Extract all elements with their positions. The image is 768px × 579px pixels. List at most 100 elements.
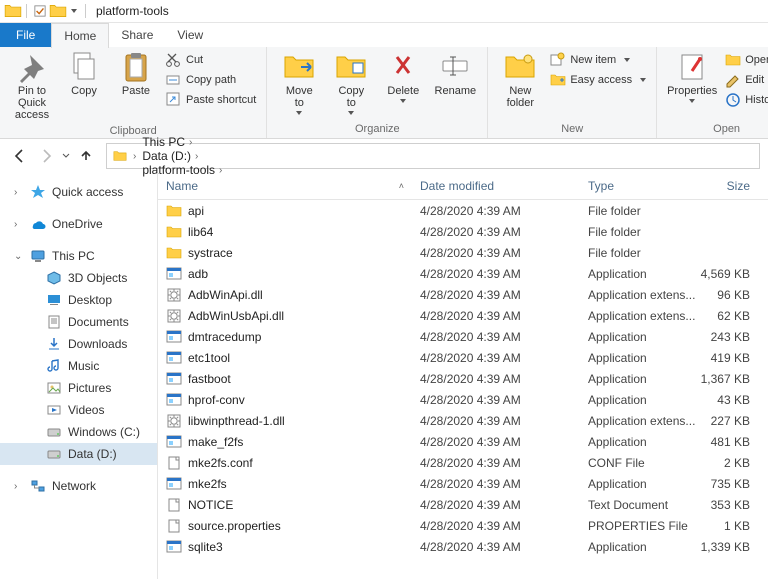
file-row[interactable]: mke2fs.conf4/28/2020 4:39 AMCONF File2 K… — [158, 452, 768, 473]
nav-recent-dropdown[interactable] — [60, 144, 72, 168]
qat-folder-icon[interactable] — [49, 2, 67, 20]
file-row[interactable]: AdbWinApi.dll4/28/2020 4:39 AMApplicatio… — [158, 284, 768, 305]
copy-path-button[interactable]: Copy path — [162, 71, 260, 89]
column-name[interactable]: Name ˄ — [158, 179, 412, 193]
file-row[interactable]: api4/28/2020 4:39 AMFile folder — [158, 200, 768, 221]
nav-windows-c-[interactable]: ›Windows (C:) — [0, 421, 157, 443]
file-date: 4/28/2020 4:39 AM — [412, 351, 580, 365]
file-type: Application extens... — [580, 414, 700, 428]
qat-checkbox-icon[interactable] — [31, 2, 49, 20]
tab-home[interactable]: Home — [51, 23, 109, 48]
nav-music[interactable]: ›Music — [0, 355, 157, 377]
column-size[interactable]: Size — [700, 179, 758, 193]
file-name: mke2fs.conf — [188, 456, 253, 470]
new-item-button[interactable]: New item — [546, 51, 650, 69]
qat-dropdown[interactable] — [71, 9, 77, 13]
cut-button[interactable]: Cut — [162, 51, 260, 69]
nav-documents[interactable]: ›Documents — [0, 311, 157, 333]
file-row[interactable]: fastboot4/28/2020 4:39 AMApplication1,36… — [158, 368, 768, 389]
file-type: Application — [580, 372, 700, 386]
disk-icon — [46, 446, 62, 462]
nav-forward-button[interactable] — [34, 144, 58, 168]
move-to-button[interactable]: Moveto — [273, 49, 325, 117]
nav-this-pc[interactable]: ⌄ This PC — [0, 245, 157, 267]
file-row[interactable]: source.properties4/28/2020 4:39 AMPROPER… — [158, 515, 768, 536]
file-row[interactable]: sqlite34/28/2020 4:39 AMApplication1,339… — [158, 536, 768, 557]
open-button[interactable]: Open — [721, 51, 768, 69]
file-row[interactable]: adb4/28/2020 4:39 AMApplication4,569 KB — [158, 263, 768, 284]
copy-button[interactable]: Copy — [58, 49, 110, 99]
nav-quick-access[interactable]: › Quick access — [0, 181, 157, 203]
easy-access-button[interactable]: Easy access — [546, 71, 650, 89]
crumb-this-pc[interactable]: This PC› — [140, 135, 224, 149]
delete-button[interactable]: Delete — [377, 49, 429, 105]
move-to-icon — [283, 51, 315, 83]
file-row[interactable]: libwinpthread-1.dll4/28/2020 4:39 AMAppl… — [158, 410, 768, 431]
file-type: Text Document — [580, 498, 700, 512]
file-date: 4/28/2020 4:39 AM — [412, 498, 580, 512]
pin-to-quick-access-button[interactable]: Pin to Quickaccess — [6, 49, 58, 123]
nav-downloads[interactable]: ›Downloads — [0, 333, 157, 355]
nav-data-d-[interactable]: ›Data (D:) — [0, 443, 157, 465]
tab-share[interactable]: Share — [109, 23, 165, 47]
paste-icon — [120, 51, 152, 83]
file-date: 4/28/2020 4:39 AM — [412, 456, 580, 470]
nav-up-button[interactable] — [74, 144, 98, 168]
properties-button[interactable]: Properties — [663, 49, 721, 105]
crumb-data-d-[interactable]: Data (D:)› — [140, 149, 224, 163]
dll-icon — [166, 287, 182, 303]
file-name: systrace — [188, 246, 233, 260]
star-icon — [30, 184, 46, 200]
file-row[interactable]: systrace4/28/2020 4:39 AMFile folder — [158, 242, 768, 263]
copy-to-button[interactable]: Copyto — [325, 49, 377, 117]
history-button[interactable]: History — [721, 91, 768, 109]
rename-button[interactable]: Rename — [429, 49, 481, 99]
tab-file[interactable]: File — [0, 23, 51, 47]
new-folder-button[interactable]: Newfolder — [494, 49, 546, 111]
file-row[interactable]: dmtracedump4/28/2020 4:39 AMApplication2… — [158, 326, 768, 347]
address-folder-icon — [111, 149, 129, 163]
file-size: 227 KB — [700, 414, 758, 428]
column-type[interactable]: Type — [580, 179, 700, 193]
delete-icon — [387, 51, 419, 83]
down-icon — [46, 336, 62, 352]
nav-pictures[interactable]: ›Pictures — [0, 377, 157, 399]
file-row[interactable]: lib644/28/2020 4:39 AMFile folder — [158, 221, 768, 242]
ribbon-group-label: Open — [663, 121, 768, 136]
paste-button[interactable]: Paste — [110, 49, 162, 99]
file-type: Application — [580, 393, 700, 407]
file-name: NOTICE — [188, 498, 233, 512]
edit-button[interactable]: Edit — [721, 71, 768, 89]
nav-onedrive[interactable]: › OneDrive — [0, 213, 157, 235]
cut-icon — [166, 52, 182, 68]
file-icon — [166, 518, 182, 534]
ribbon-group-clipboard: Pin to Quickaccess Copy Paste Cut Copy p… — [0, 47, 267, 138]
exe-icon — [166, 539, 182, 555]
file-row[interactable]: etc1tool4/28/2020 4:39 AMApplication419 … — [158, 347, 768, 368]
file-date: 4/28/2020 4:39 AM — [412, 414, 580, 428]
paste-shortcut-button[interactable]: Paste shortcut — [162, 91, 260, 109]
file-row[interactable]: mke2fs4/28/2020 4:39 AMApplication735 KB — [158, 473, 768, 494]
column-date[interactable]: Date modified — [412, 179, 580, 193]
file-type: Application — [580, 540, 700, 554]
file-row[interactable]: make_f2fs4/28/2020 4:39 AMApplication481… — [158, 431, 768, 452]
nav-videos[interactable]: ›Videos — [0, 399, 157, 421]
new-folder-icon — [504, 51, 536, 83]
file-name: sqlite3 — [188, 540, 223, 554]
crumb-root-chevron[interactable]: › — [131, 151, 138, 162]
nav-desktop[interactable]: ›Desktop — [0, 289, 157, 311]
nav-network[interactable]: › Network — [0, 475, 157, 497]
file-size: 2 KB — [700, 456, 758, 470]
file-row[interactable]: NOTICE4/28/2020 4:39 AMText Document353 … — [158, 494, 768, 515]
column-headers: Name ˄ Date modified Type Size — [158, 173, 768, 200]
file-row[interactable]: AdbWinUsbApi.dll4/28/2020 4:39 AMApplica… — [158, 305, 768, 326]
nav-back-button[interactable] — [8, 144, 32, 168]
address-bar[interactable]: › This PC›Data (D:)›platform-tools› — [106, 143, 760, 169]
tab-view[interactable]: View — [165, 23, 215, 47]
file-size: 62 KB — [700, 309, 758, 323]
file-size: 4,569 KB — [700, 267, 758, 281]
file-row[interactable]: hprof-conv4/28/2020 4:39 AMApplication43… — [158, 389, 768, 410]
file-icon — [166, 497, 182, 513]
easy-access-icon — [550, 72, 566, 88]
nav-3d-objects[interactable]: ›3D Objects — [0, 267, 157, 289]
